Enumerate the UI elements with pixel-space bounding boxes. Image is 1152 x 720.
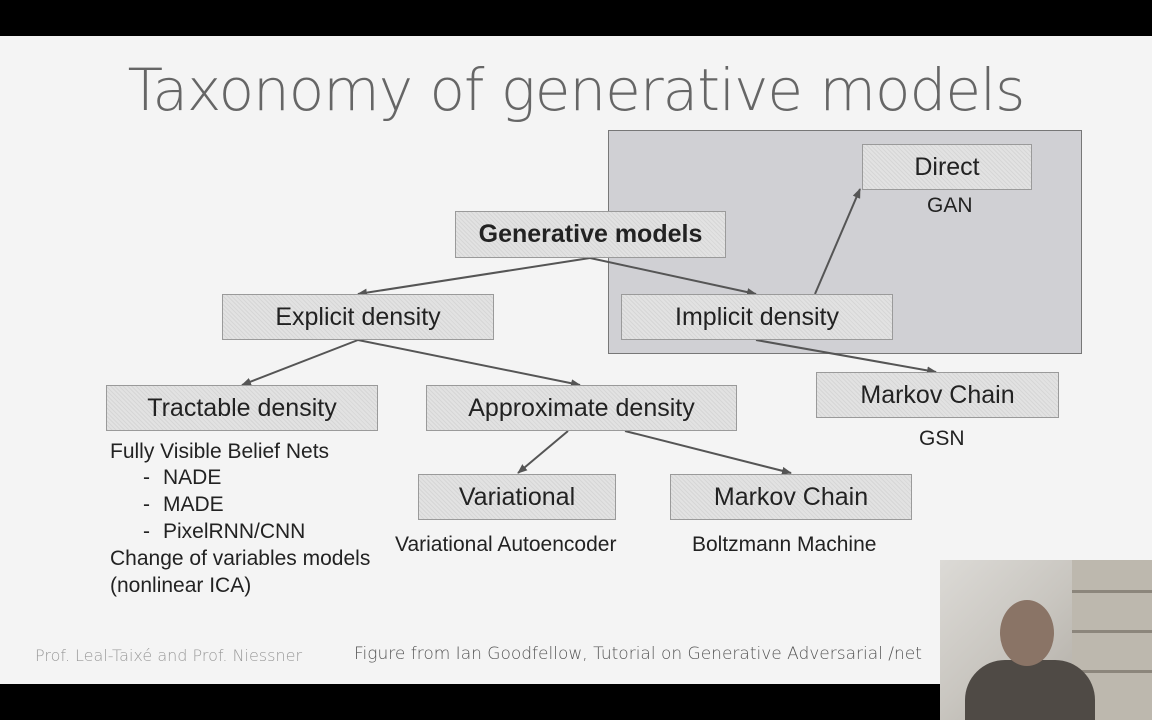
bullet-dash-2: - bbox=[143, 493, 150, 516]
arrow-root-to-explicit bbox=[357, 257, 591, 297]
arrow-approximate-to-variational bbox=[517, 430, 569, 474]
explicit-density-node: Explicit density bbox=[222, 294, 494, 340]
direct-node: Direct bbox=[862, 144, 1032, 190]
arrow-implicit-to-direct bbox=[814, 188, 861, 295]
implicit-density-node: Implicit density bbox=[621, 294, 893, 340]
gsn-label: GSN bbox=[919, 427, 965, 450]
variational-autoencoder-label: Variational Autoencoder bbox=[395, 533, 617, 556]
tractable-density-node: Tractable density bbox=[106, 385, 378, 431]
nonlinear-ica-label: (nonlinear ICA) bbox=[110, 574, 252, 597]
arrow-explicit-to-approximate bbox=[357, 339, 581, 388]
gan-label: GAN bbox=[927, 194, 973, 217]
generative-models-node: Generative models bbox=[455, 211, 726, 258]
variational-node: Variational bbox=[418, 474, 616, 520]
footer-authors: Prof. Leal-Taixé and Prof. Niessner bbox=[35, 646, 303, 665]
bullet-dash-3: - bbox=[143, 520, 150, 543]
boltzmann-machine-label: Boltzmann Machine bbox=[692, 533, 877, 556]
change-of-variables-label: Change of variables models bbox=[110, 547, 371, 570]
footer-source: Figure from Ian Goodfellow, Tutorial on … bbox=[354, 644, 922, 664]
bullet-dash-1: - bbox=[143, 466, 150, 489]
made-label: MADE bbox=[163, 493, 224, 516]
presenter-head bbox=[1000, 600, 1054, 666]
presenter-body bbox=[965, 660, 1095, 720]
pixelrnn-label: PixelRNN/CNN bbox=[163, 520, 306, 543]
arrow-implicit-to-markov bbox=[755, 339, 937, 375]
fvbn-label: Fully Visible Belief Nets bbox=[110, 440, 330, 463]
arrow-explicit-to-tractable bbox=[241, 339, 359, 386]
webcam-overlay bbox=[940, 560, 1152, 720]
markov-chain-approx-node: Markov Chain bbox=[670, 474, 912, 520]
nade-label: NADE bbox=[163, 466, 222, 489]
markov-chain-implicit-node: Markov Chain bbox=[816, 372, 1059, 418]
arrow-root-to-implicit bbox=[589, 257, 757, 297]
arrow-approximate-to-markov bbox=[624, 430, 792, 475]
approximate-density-node: Approximate density bbox=[426, 385, 737, 431]
